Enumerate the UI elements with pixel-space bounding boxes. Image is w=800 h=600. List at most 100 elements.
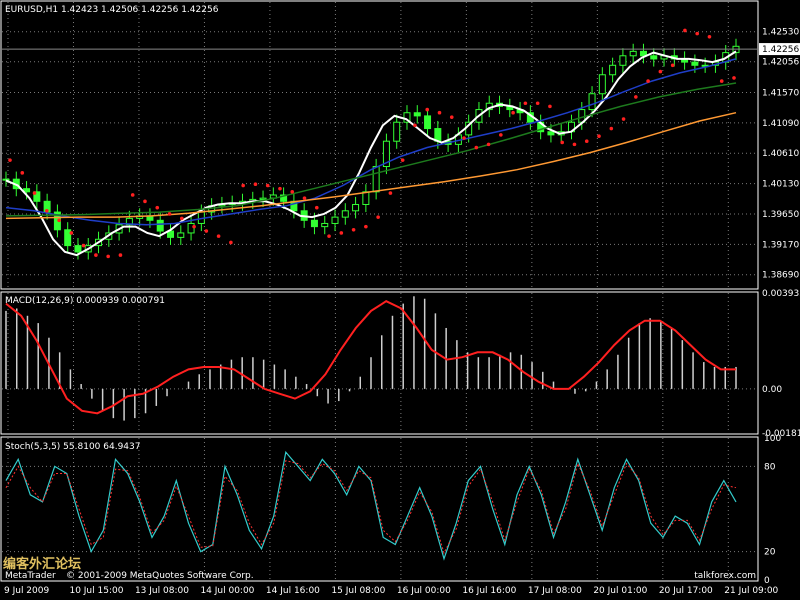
sar-dot (388, 191, 393, 195)
candle-body (393, 121, 401, 142)
sar-dot (216, 234, 221, 238)
stoch-tick-label: 0 (764, 576, 770, 586)
sar-dot (486, 142, 491, 147)
current-price-label: 1.42256 (762, 45, 799, 55)
watermark-copyright: © 2001-2009 MetaQuotes Software Corp. (66, 571, 254, 581)
sar-dot (192, 224, 196, 229)
candle-body (650, 55, 658, 60)
sar-dot (118, 253, 123, 257)
sar-dot (670, 63, 675, 68)
candle-body (352, 203, 360, 212)
time-tick-label: 13 Jul 08:00 (135, 586, 189, 596)
sar-dot (8, 158, 12, 162)
sar-dot (278, 186, 282, 191)
sar-dot (130, 193, 135, 197)
candle-body (424, 115, 432, 130)
sar-dot (535, 101, 540, 106)
time-tick-label: 15 Jul 08:00 (331, 586, 385, 596)
candle-body (609, 64, 617, 76)
sar-dot (314, 205, 319, 210)
sar-dot (351, 227, 356, 232)
sar-dot (449, 115, 454, 119)
sar-dot (327, 234, 331, 238)
sar-dot (584, 139, 589, 144)
sar-dot (143, 199, 147, 204)
macd-tick-label: 0.00 (762, 385, 782, 395)
candle-body (156, 219, 164, 232)
sar-dot (302, 196, 307, 200)
sar-dot (560, 140, 565, 145)
price-tick-label: 1.40610 (762, 149, 799, 159)
price-tick-label: 1.41570 (762, 88, 799, 98)
sar-dot (658, 69, 663, 74)
sar-dot (597, 134, 601, 138)
sar-dot (204, 229, 209, 233)
candle-body (413, 112, 421, 117)
time-tick-label: 20 Jul 17:00 (659, 586, 713, 596)
candle-body (619, 55, 627, 66)
candle-body (629, 50, 637, 57)
time-tick-label: 10 Jul 15:00 (69, 586, 123, 596)
sar-dot (474, 145, 479, 150)
time-tick-label: 21 Jul 09:00 (724, 586, 778, 596)
price-tick-label: 1.42530 (762, 28, 799, 38)
sar-dot (511, 110, 515, 115)
candle-body (310, 219, 318, 228)
sar-dot (94, 253, 98, 257)
candle-body (177, 232, 185, 238)
watermark-metatrader: MetaTrader (5, 571, 56, 581)
sar-dot (462, 136, 466, 140)
sar-dot (155, 205, 160, 210)
macd-tick-label: 0.003935 (762, 289, 800, 299)
price-panel-title: EURUSD,H1 1.42423 1.42506 1.42256 1.4225… (5, 5, 219, 15)
price-tick-label: 1.42056 (762, 58, 799, 68)
candle-body (2, 178, 10, 181)
time-tick-label: 14 Jul 16:00 (266, 586, 320, 596)
candle-body (331, 216, 339, 224)
watermark-site: talkforex.com (694, 571, 756, 581)
sar-dot (621, 117, 626, 121)
candle-body (372, 166, 380, 193)
time-tick-label: 16 Jul 00:00 (397, 586, 451, 596)
sar-dot (437, 110, 442, 115)
price-tick-label: 1.40130 (762, 180, 799, 190)
candle-body (547, 131, 555, 136)
sar-dot (179, 216, 184, 221)
sar-dot (20, 171, 25, 175)
sar-dot (499, 133, 503, 137)
sar-dot (732, 76, 736, 80)
sar-dot (609, 126, 614, 131)
sar-dot (548, 104, 552, 109)
sar-dot (572, 142, 577, 147)
sar-dot (253, 182, 258, 187)
sar-dot (695, 31, 699, 36)
sar-dot (106, 254, 110, 259)
candle-body (321, 222, 329, 228)
candle-body (598, 74, 606, 95)
price-tick-label: 1.41090 (762, 119, 799, 129)
sar-dot (265, 183, 270, 188)
candle-body (588, 93, 596, 111)
candle-body (341, 210, 349, 218)
sar-dot (634, 95, 638, 99)
sar-dot (707, 35, 712, 39)
sar-dot (241, 183, 245, 188)
stoch-panel-title: Stoch(5,3,5) 55.8100 64.9437 (5, 442, 140, 452)
sar-dot (400, 158, 405, 162)
stoch-tick-label: 80 (764, 462, 776, 472)
sar-dot (69, 231, 74, 235)
price-tick-label: 1.38690 (762, 271, 799, 281)
sar-dot (229, 240, 233, 245)
sar-dot (81, 243, 86, 248)
sar-dot (719, 79, 724, 83)
sar-dot (683, 28, 687, 33)
sar-dot (364, 224, 368, 229)
sar-dot (425, 107, 430, 112)
stoch-tick-label: 100 (764, 434, 781, 444)
time-tick-label: 16 Jul 16:00 (462, 586, 516, 596)
candle-body (362, 191, 370, 205)
sar-dot (45, 209, 49, 213)
time-tick-label: 14 Jul 00:00 (200, 586, 254, 596)
watermark-chinese: 编客外汇论坛 (3, 556, 81, 572)
stoch-tick-label: 20 (764, 548, 776, 558)
